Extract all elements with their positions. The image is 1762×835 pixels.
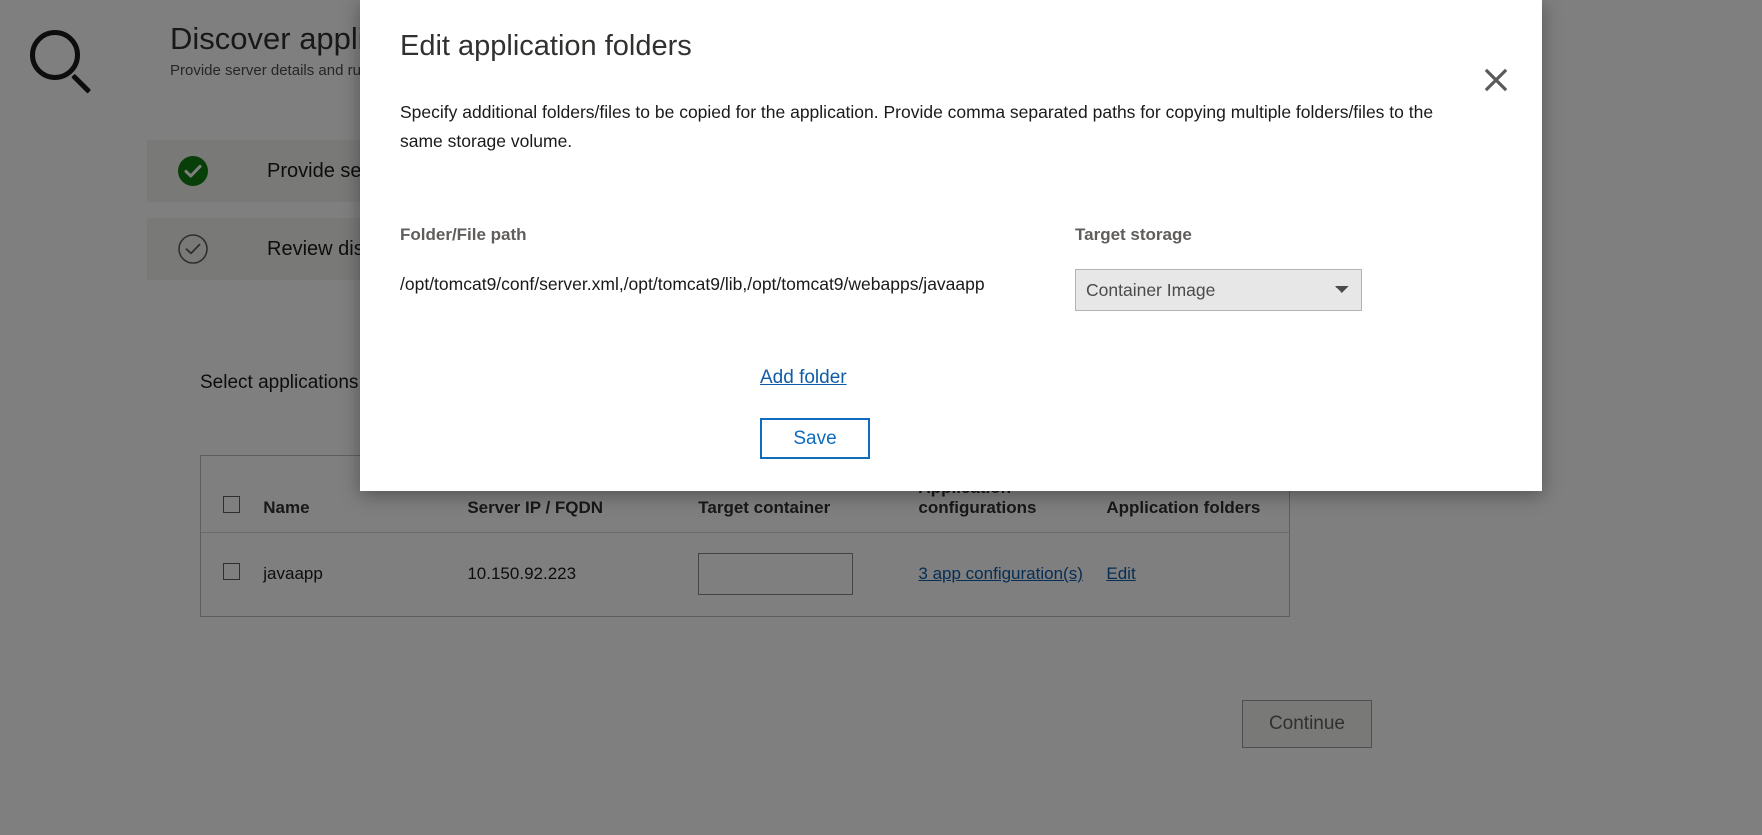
save-button[interactable]: Save <box>760 418 870 459</box>
target-storage-column: Target storage Container Image Azure Fil… <box>1075 225 1405 311</box>
folder-path-label: Folder/File path <box>400 225 527 244</box>
dialog-title: Edit application folders <box>400 30 692 62</box>
target-storage-label: Target storage <box>1075 225 1192 244</box>
folder-path-value[interactable]: /opt/tomcat9/conf/server.xml,/opt/tomcat… <box>400 269 1060 299</box>
screen: Discover applications Provide server det… <box>0 0 1762 835</box>
folder-entry-row: Folder/File path /opt/tomcat9/conf/serve… <box>400 225 1510 311</box>
edit-application-folders-dialog: Edit application folders Specify additio… <box>360 0 1542 491</box>
close-icon[interactable] <box>1472 56 1520 104</box>
folder-path-column: Folder/File path /opt/tomcat9/conf/serve… <box>400 225 1075 311</box>
dialog-description: Specify additional folders/files to be c… <box>400 102 1434 151</box>
target-storage-select[interactable]: Container Image Azure File Share Azure D… <box>1075 269 1362 311</box>
add-folder-link[interactable]: Add folder <box>760 367 847 389</box>
